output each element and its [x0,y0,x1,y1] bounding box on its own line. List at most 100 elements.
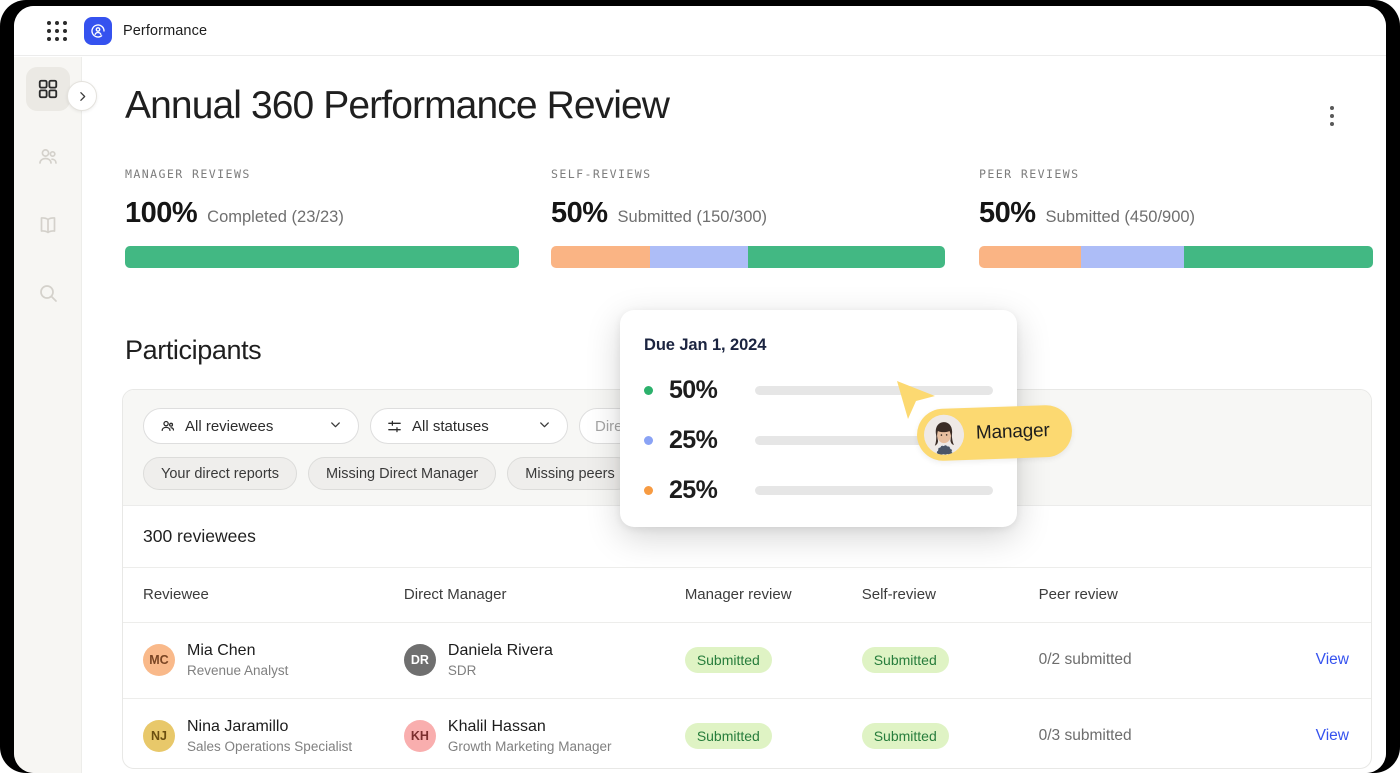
stat-label: SELF-REVIEWS [551,167,652,181]
progress-bar-manager-reviews[interactable] [125,246,519,268]
chip-missing-peers[interactable]: Missing peers [507,457,633,490]
tooltip-row: 50% [644,376,993,405]
cell-manager-review: Submitted [684,698,862,768]
chevron-down-icon [314,417,343,436]
stat-subtitle: Completed (23/23) [207,208,344,226]
top-bar: Performance [14,6,1386,56]
filter-dropdown-statuses[interactable]: All statuses [370,408,568,444]
cell-reviewee: MC Mia Chen Revenue Analyst [123,622,404,699]
participants-table: Reviewee Direct Manager Manager review S… [123,568,1371,768]
legend-dot-in-progress [644,436,653,445]
tooltip-row: 25% [644,476,993,505]
tooltip-value: 50% [669,376,718,404]
dashboard-grid-icon [38,79,58,99]
cell-action: View [1253,622,1371,699]
book-icon [40,217,56,234]
cell-direct-manager: DR Daniela Rivera SDR [403,622,685,699]
cell-manager-review: Submitted [684,622,862,699]
sidebar-item-library[interactable] [26,203,70,247]
bar-segment-not-started [979,246,1082,268]
tooltip-value: 25% [669,476,718,504]
cell-action: View [1253,698,1371,768]
stats-row: MANAGER REVIEWS 100% Completed (23/23) S… [125,167,1373,287]
view-link[interactable]: View [1316,651,1349,668]
filter-dropdown-reviewees[interactable]: All reviewees [143,408,359,444]
legend-dot-submitted [644,386,653,395]
stat-card-self-reviews: SELF-REVIEWS 50% Submitted (150/300) [551,167,945,268]
filter-value-statuses: All statuses [412,417,489,435]
column-header-manager-review[interactable]: Manager review [684,568,862,623]
stat-percent: 100% [125,197,198,229]
sidebar-item-dashboard[interactable] [26,67,70,111]
manager-role: Growth Marketing Manager [447,738,612,754]
chevron-right-icon [79,91,85,101]
table-header-row: Reviewee Direct Manager Manager review S… [123,568,1371,623]
column-header-peer-review[interactable]: Peer review [1038,568,1254,623]
tooltip-value: 25% [669,426,718,454]
progress-bar-self-reviews[interactable] [551,246,945,268]
main-content: Annual 360 Performance Review MANAGER RE… [82,57,1386,773]
reviewee-role: Sales Operations Specialist [187,738,353,754]
chip-missing-direct-manager[interactable]: Missing Direct Manager [307,457,497,490]
stat-card-manager-reviews: MANAGER REVIEWS 100% Completed (23/23) [125,167,519,268]
table-row[interactable]: MC Mia Chen Revenue Analyst DR Daniela R… [123,622,1371,699]
column-header-self-review[interactable]: Self-review [861,568,1039,623]
status-badge: Submitted [861,723,949,749]
manager-role: SDR [447,662,477,678]
status-badge: Submitted [684,647,772,673]
avatar: MC [143,644,175,676]
cell-self-review: Submitted [861,622,1039,699]
sidebar-expand-button[interactable] [67,81,97,111]
stat-percent: 50% [551,197,608,229]
legend-dot-not-started [644,486,653,495]
manager-name: Daniela Rivera [447,641,553,659]
column-header-actions [1253,568,1371,623]
sidebar-item-search[interactable] [26,271,70,315]
tooltip-title: Due Jan 1, 2024 [644,336,767,354]
cell-peer-review: 0/3 submitted [1038,698,1254,768]
cell-direct-manager: KH Khalil Hassan Growth Marketing Manage… [403,698,685,768]
table-row[interactable]: NJ Nina Jaramillo Sales Operations Speci… [123,698,1371,768]
kebab-menu-icon[interactable] [1320,102,1344,130]
participants-heading: Participants [125,335,262,365]
stat-card-peer-reviews: PEER REVIEWS 50% Submitted (450/900) [979,167,1373,268]
cursor-label-pill: Manager [916,404,1073,462]
bar-segment-submitted [1183,246,1373,268]
people-icon [161,420,175,431]
app-name: Performance [123,22,208,39]
filter-value-reviewees: All reviewees [185,417,274,435]
app-window: Performance Annual 360 Performance Revie… [14,6,1386,773]
progress-bar-peer-reviews[interactable] [979,246,1373,268]
apps-grid-icon[interactable] [44,20,70,42]
sidebar-item-people[interactable] [26,135,70,179]
chevron-down-icon [523,417,552,436]
stat-label: MANAGER REVIEWS [125,167,251,181]
search-icon [40,285,57,302]
avatar: NJ [143,720,175,752]
avatar: DR [403,644,436,676]
view-link[interactable]: View [1316,727,1349,744]
stat-label: PEER REVIEWS [979,167,1080,181]
tooltip-track [755,386,993,395]
bar-segment-completed [125,246,519,268]
column-header-direct-manager[interactable]: Direct Manager [403,568,685,623]
column-header-reviewee[interactable]: Reviewee [123,568,404,623]
sliders-icon [388,420,401,432]
reviewee-role: Revenue Analyst [187,662,289,678]
manager-name: Khalil Hassan [447,717,546,735]
bar-segment-in-progress [1081,246,1184,268]
status-badge: Submitted [684,723,772,749]
stat-percent: 50% [979,197,1036,229]
cursor-label: Manager [975,420,1050,444]
reviewee-name: Mia Chen [187,641,256,659]
status-badge: Submitted [861,647,949,673]
window-frame: Performance Annual 360 Performance Revie… [0,0,1400,773]
avatar: KH [403,720,436,752]
stat-subtitle: Submitted (150/300) [617,208,768,226]
page-title: Annual 360 Performance Review [125,84,670,127]
stat-subtitle: Submitted (450/900) [1045,208,1196,226]
cell-self-review: Submitted [861,698,1039,768]
performance-logo-icon[interactable] [84,16,112,45]
chip-your-direct-reports[interactable]: Your direct reports [143,457,297,490]
left-rail [14,57,97,773]
